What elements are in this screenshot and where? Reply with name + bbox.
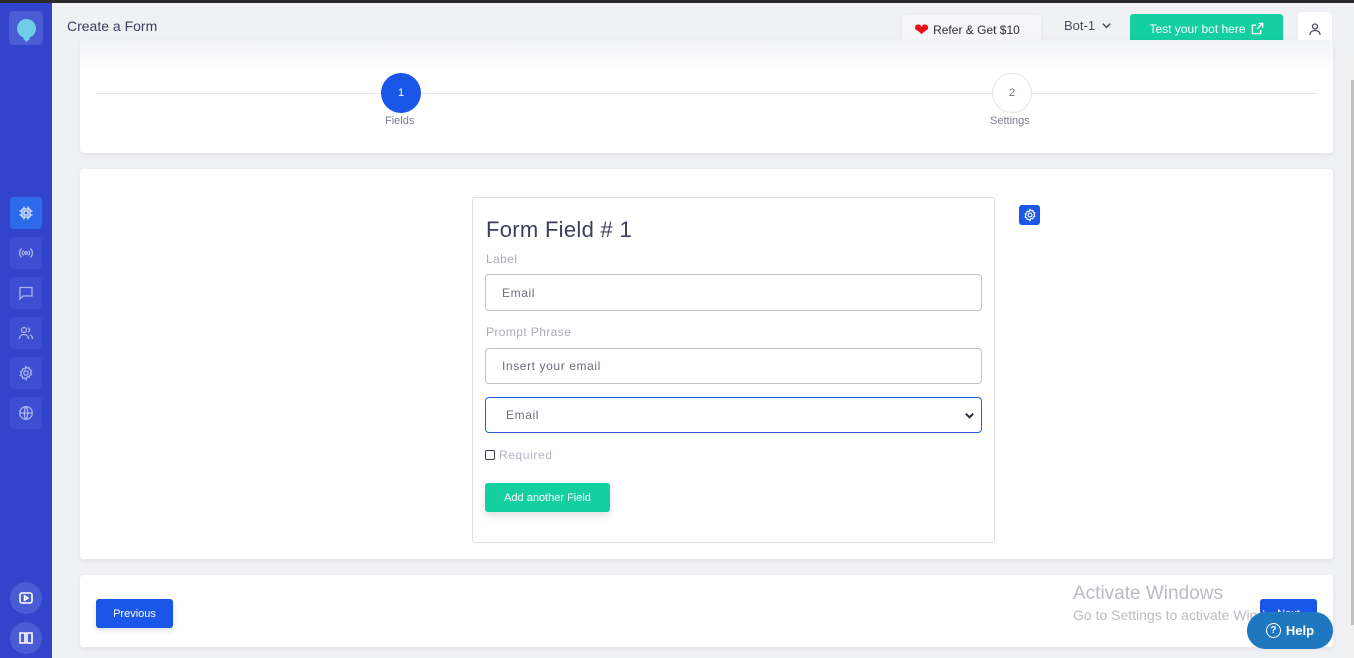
label-input[interactable] (485, 274, 982, 311)
add-another-field-button[interactable]: Add another Field (485, 483, 610, 512)
required-checkbox[interactable] (485, 450, 495, 460)
prompt-phrase-input[interactable] (485, 348, 982, 384)
step-2-label: Settings (990, 115, 1030, 127)
sidebar-item-settings[interactable] (10, 357, 42, 389)
video-play-icon (19, 592, 33, 604)
required-label: Required (499, 448, 553, 462)
cpu-icon (19, 206, 33, 220)
chevron-down-icon (965, 412, 974, 419)
gear-icon (1023, 208, 1036, 222)
broadcast-icon (19, 248, 33, 258)
sidebar-item-bots[interactable] (10, 197, 42, 229)
form-field-box: Form Field # 1 Label Prompt Phrase Email… (472, 197, 995, 543)
stepper-line (96, 93, 1317, 94)
gear-icon (19, 365, 33, 381)
chat-bubble-logo-icon (16, 18, 36, 38)
sidebar-item-broadcast[interactable] (10, 237, 42, 269)
sidebar (0, 3, 52, 658)
bot-selector[interactable]: Bot-1 (1064, 18, 1112, 33)
required-option[interactable]: Required (485, 448, 553, 462)
sidebar-item-users[interactable] (10, 317, 42, 349)
chevron-down-icon (1102, 23, 1111, 29)
field-type-select[interactable]: Email (485, 397, 982, 433)
bot-name: Bot-1 (1064, 18, 1096, 33)
user-icon (1309, 23, 1321, 36)
form-card: Form Field # 1 Label Prompt Phrase Email… (80, 169, 1333, 559)
field-type-selected: Email (506, 408, 540, 422)
app-logo[interactable] (9, 11, 43, 45)
stepper-card: 1 Fields 2 Settings (80, 40, 1333, 153)
form-field-title: Form Field # 1 (486, 217, 633, 242)
refer-label: Refer & Get $10 (933, 23, 1020, 37)
external-link-icon (1251, 22, 1263, 35)
chat-icon (19, 286, 33, 301)
step-1-label: Fields (385, 115, 415, 127)
sidebar-item-globe[interactable] (10, 397, 42, 429)
sidebar-item-video-tutorials[interactable] (10, 582, 42, 614)
step-1-indicator[interactable]: 1 (381, 73, 421, 113)
prompt-phrase-caption: Prompt Phrase (486, 325, 572, 339)
step-2-indicator[interactable]: 2 (992, 73, 1032, 113)
test-bot-button[interactable]: Test your bot here (1130, 14, 1283, 43)
test-bot-label: Test your bot here (1149, 21, 1246, 36)
help-label: Help (1285, 623, 1315, 638)
sidebar-item-docs[interactable] (10, 622, 42, 654)
field-settings-button[interactable] (1019, 205, 1040, 225)
book-icon (19, 632, 33, 644)
label-caption: Label (486, 252, 518, 266)
help-button[interactable]: ? Help (1247, 612, 1333, 649)
page-title: Create a Form (67, 18, 158, 34)
users-icon (18, 326, 34, 340)
window-top-border (0, 0, 1354, 3)
question-circle-icon: ? (1265, 623, 1281, 638)
heart-icon: ❤ (914, 20, 930, 40)
previous-button[interactable]: Previous (96, 599, 173, 628)
sidebar-item-chat[interactable] (10, 277, 42, 309)
watermark-title: Activate Windows (1073, 583, 1223, 604)
globe-icon (19, 406, 33, 420)
